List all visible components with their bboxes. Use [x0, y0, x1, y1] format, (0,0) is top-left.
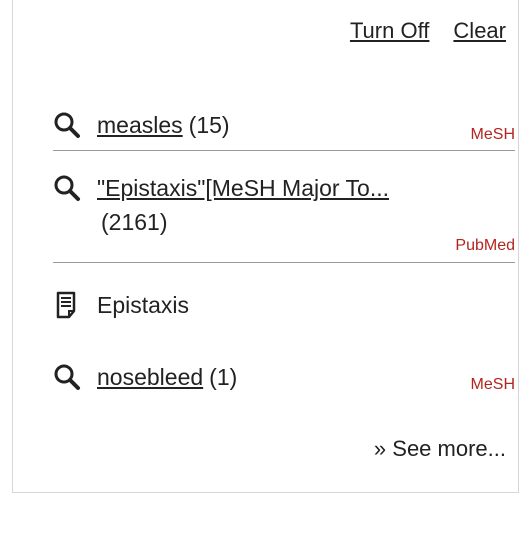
- history-item-epistaxis-query: "Epistaxis"[MeSH Major To... (2161) PubM…: [53, 173, 515, 263]
- source-label: PubMed: [455, 237, 515, 254]
- result-count: (2161): [101, 209, 168, 235]
- history-item-measles: measles (15) MeSH: [53, 110, 515, 151]
- clear-link[interactable]: Clear: [453, 18, 506, 44]
- history-link[interactable]: "Epistaxis"[MeSH Major To...: [97, 173, 389, 203]
- history-text: Epistaxis: [97, 292, 190, 318]
- search-history-panel: Turn Off Clear measles (15) MeSH "Epista…: [12, 0, 519, 493]
- history-link[interactable]: measles: [97, 110, 183, 140]
- history-link[interactable]: nosebleed: [97, 362, 203, 392]
- see-more-link[interactable]: » See more...: [374, 436, 506, 462]
- history-item-nosebleed: nosebleed (1) MeSH: [53, 362, 515, 398]
- search-icon: [53, 110, 81, 140]
- source-label: MeSH: [470, 126, 515, 143]
- source-label: MeSH: [470, 376, 515, 393]
- result-count: (15): [188, 112, 230, 138]
- search-icon: [53, 173, 81, 203]
- turn-off-link[interactable]: Turn Off: [350, 18, 429, 44]
- history-item-epistaxis-doc: Epistaxis: [53, 290, 515, 326]
- document-icon: [53, 290, 81, 320]
- header-links: Turn Off Clear: [350, 18, 506, 44]
- result-count: (1): [209, 364, 238, 390]
- search-icon: [53, 362, 81, 392]
